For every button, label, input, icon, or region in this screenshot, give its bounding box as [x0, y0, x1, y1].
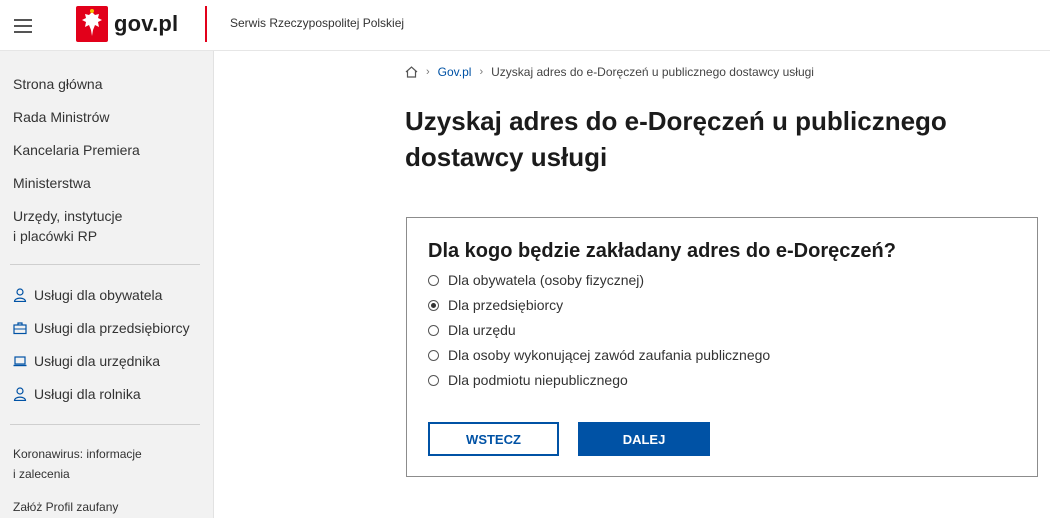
gov-logo[interactable]: gov.pl — [76, 6, 178, 42]
radio-option-office[interactable]: Dla urzędu — [428, 322, 516, 338]
breadcrumb-link-govpl[interactable]: Gov.pl — [438, 65, 472, 79]
form-question: Dla kogo będzie zakładany adres do e-Dor… — [428, 240, 896, 262]
top-header: gov.pl Serwis Rzeczypospolitej Polskiej — [0, 0, 1050, 51]
sidebar-link-covid-line2: i zalecenia — [13, 467, 70, 481]
radio-button[interactable] — [428, 274, 439, 286]
sidebar-service-farmer[interactable]: Usługi dla rolnika — [13, 386, 141, 402]
sidebar-service-citizen[interactable]: Usługi dla obywatela — [13, 287, 162, 303]
header-divider — [205, 6, 207, 42]
sidebar-divider — [10, 264, 200, 265]
radio-button[interactable] — [428, 349, 439, 361]
sidebar-service-label: Usługi dla rolnika — [34, 386, 141, 402]
page-title-line2: dostawcy usługi — [405, 142, 608, 172]
sidebar-item-prime-minister-office[interactable]: Kancelaria Premiera — [13, 140, 140, 160]
radio-label: Dla przedsiębiorcy — [448, 297, 564, 313]
sidebar-service-clerk[interactable]: Usługi dla urzędnika — [13, 353, 160, 369]
breadcrumb: › Gov.pl › Uzyskaj adres do e-Doręczeń u… — [405, 65, 814, 79]
sidebar-service-label: Usługi dla urzędnika — [34, 353, 161, 369]
sidebar-item-council-of-ministers[interactable]: Rada Ministrów — [13, 107, 109, 127]
recipient-type-form: Dla kogo będzie zakładany adres do e-Dor… — [406, 217, 1038, 477]
chevron-right-icon: › — [479, 66, 484, 78]
sidebar-item-offices-line2: i placówki RP — [13, 228, 98, 244]
page-title: Uzyskaj adres do e-Doręczeń u publiczneg… — [405, 103, 1005, 175]
person-icon — [13, 288, 27, 302]
radio-label: Dla podmiotu niepublicznego — [448, 372, 628, 388]
sidebar-link-covid[interactable]: Koronawirus: informacje i zalecenia — [13, 444, 142, 484]
radio-option-entrepreneur[interactable]: Dla przedsiębiorcy — [428, 297, 563, 313]
radio-option-non-public-entity[interactable]: Dla podmiotu niepublicznego — [428, 372, 628, 388]
radio-option-public-trust-profession[interactable]: Dla osoby wykonującej zawód zaufania pub… — [428, 347, 770, 363]
radio-label: Dla obywatela (osoby fizycznej) — [448, 272, 645, 288]
radio-button[interactable] — [428, 324, 439, 336]
radio-option-citizen[interactable]: Dla obywatela (osoby fizycznej) — [428, 272, 644, 288]
briefcase-icon — [13, 322, 27, 335]
sidebar-item-ministries[interactable]: Ministerstwa — [13, 173, 91, 193]
sidebar-service-entrepreneur[interactable]: Usługi dla przedsiębiorcy — [13, 320, 190, 336]
sidebar-item-offices-line1: Urzędy, instytucje — [13, 208, 123, 224]
sidebar-item-offices[interactable]: Urzędy, instytucje i placówki RP — [13, 206, 122, 246]
header-subtitle: Serwis Rzeczypospolitej Polskiej — [230, 16, 405, 30]
sidebar-link-trusted-profile[interactable]: Załóż Profil zaufany — [13, 497, 118, 517]
polish-eagle-emblem — [76, 6, 108, 42]
sidebar-link-covid-line1: Koronawirus: informacje — [13, 447, 142, 461]
radio-button[interactable] — [428, 374, 439, 386]
sidebar: Strona główna Rada Ministrów Kancelaria … — [0, 51, 214, 518]
sidebar-service-label: Usługi dla obywatela — [34, 287, 163, 303]
radio-label: Dla osoby wykonującej zawód zaufania pub… — [448, 347, 771, 363]
laptop-icon — [13, 356, 27, 367]
radio-label: Dla urzędu — [448, 322, 516, 338]
breadcrumb-current: Uzyskaj adres do e-Doręczeń u publiczneg… — [491, 65, 814, 79]
page-title-line1: Uzyskaj adres do e-Doręczeń u publiczneg… — [405, 106, 947, 136]
radio-button-selected[interactable] — [428, 299, 439, 311]
hamburger-menu-icon[interactable] — [0, 0, 46, 51]
chevron-right-icon: › — [426, 66, 430, 78]
logo-text: gov.pl — [114, 11, 179, 36]
sidebar-item-home[interactable]: Strona główna — [13, 74, 103, 94]
sidebar-service-label: Usługi dla przedsiębiorcy — [34, 320, 190, 336]
home-icon[interactable] — [405, 66, 418, 78]
person-icon — [13, 387, 27, 401]
next-button[interactable]: DALEJ — [578, 422, 710, 456]
sidebar-divider — [10, 424, 200, 425]
back-button[interactable]: WSTECZ — [428, 422, 559, 456]
